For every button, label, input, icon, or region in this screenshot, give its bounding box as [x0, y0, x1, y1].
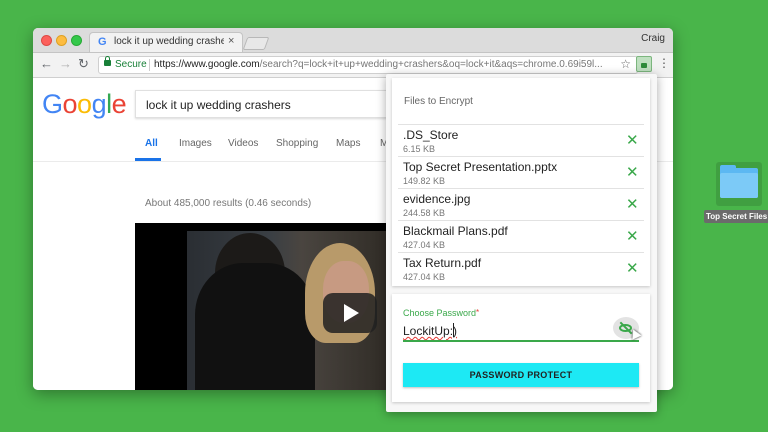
address-bar[interactable]: Secure https://www.google.com/search?q=l… [98, 56, 638, 74]
encrypt-popup: Files to Encrypt .DS_Store 6.15 KB ✕ Top… [386, 74, 657, 412]
lock-icon [104, 56, 111, 66]
file-name: Top Secret Presentation.pptx [403, 160, 558, 174]
url-path: /search?q=lock+it+up+wedding+crashers&oq… [259, 59, 602, 70]
file-size: 6.15 KB [403, 144, 436, 154]
search-input[interactable]: lock it up wedding crashers [135, 90, 405, 118]
file-name: .DS_Store [403, 128, 459, 142]
play-icon[interactable] [323, 293, 377, 333]
remove-file-icon[interactable]: ✕ [626, 197, 639, 212]
logo-letter: o [62, 89, 78, 119]
required-marker: * [476, 308, 480, 317]
tab-shopping[interactable]: Shopping [276, 138, 318, 149]
desktop-folder[interactable]: Top Secret Files [704, 162, 768, 226]
file-size: 149.82 KB [403, 176, 446, 186]
folder-icon [720, 173, 758, 198]
file-item: Blackmail Plans.pdf 427.04 KB ✕ [398, 220, 644, 252]
logo-letter: g [91, 89, 107, 119]
remove-file-icon[interactable]: ✕ [626, 133, 639, 148]
minimize-window-button[interactable] [56, 35, 67, 46]
forward-arrow-icon[interactable]: → [59, 57, 72, 71]
file-name: evidence.jpg [403, 192, 471, 206]
logo-letter: o [77, 89, 92, 119]
files-card: Files to Encrypt .DS_Store 6.15 KB ✕ Top… [392, 78, 650, 286]
text-caret [453, 323, 454, 337]
tab-title: lock it up wedding crashers - G [114, 36, 224, 47]
tab-all[interactable]: All [145, 138, 158, 149]
password-underline [403, 340, 639, 342]
google-logo[interactable]: Google [42, 89, 127, 120]
video-thumbnail[interactable] [135, 223, 395, 390]
files-title: Files to Encrypt [404, 96, 473, 107]
remove-file-icon[interactable]: ✕ [626, 261, 639, 276]
search-query: lock it up wedding crashers [146, 98, 291, 112]
file-item: Top Secret Presentation.pptx 149.82 KB ✕ [398, 156, 644, 188]
logo-letter: G [42, 89, 63, 119]
url-text[interactable]: https://www.google.com/search?q=lock+it+… [154, 59, 602, 70]
file-size: 427.04 KB [403, 272, 446, 282]
file-item: evidence.jpg 244.58 KB ✕ [398, 188, 644, 220]
video-figure [195, 263, 315, 390]
close-window-button[interactable] [41, 35, 52, 46]
secure-label: Secure [115, 59, 147, 70]
tab-close-icon[interactable]: × [228, 35, 234, 47]
remove-file-icon[interactable]: ✕ [626, 165, 639, 180]
browser-tab[interactable]: G lock it up wedding crashers - G × [89, 32, 243, 52]
logo-letter: e [111, 89, 127, 119]
tab-maps[interactable]: Maps [336, 138, 360, 149]
zoom-window-button[interactable] [71, 35, 82, 46]
folder-label: Top Secret Files [704, 210, 768, 223]
reload-icon[interactable]: ↻ [78, 57, 89, 71]
back-arrow-icon[interactable]: ← [40, 57, 53, 71]
google-favicon-icon: G [98, 36, 107, 48]
remove-file-icon[interactable]: ✕ [626, 229, 639, 244]
file-size: 427.04 KB [403, 240, 446, 250]
file-item: Tax Return.pdf 427.04 KB ✕ [398, 252, 644, 284]
tab-videos[interactable]: Videos [228, 138, 258, 149]
file-name: Blackmail Plans.pdf [403, 224, 508, 238]
bookmark-star-icon[interactable]: ☆ [620, 57, 631, 71]
password-card: Choose Password* LockitUp:) PASSWORD PRO… [392, 294, 650, 402]
encrypt-extension-icon[interactable] [636, 56, 652, 72]
tab-images[interactable]: Images [179, 138, 212, 149]
file-size: 244.58 KB [403, 208, 446, 218]
browser-menu-icon[interactable]: ⋮ [658, 56, 670, 70]
new-tab-button[interactable] [242, 37, 270, 50]
password-label-text: Choose Password [403, 308, 477, 318]
url-host: https://www.google.com [154, 59, 260, 70]
password-label: Choose Password* [403, 308, 479, 318]
file-item: .DS_Store 6.15 KB ✕ [398, 124, 644, 156]
file-name: Tax Return.pdf [403, 256, 482, 270]
profile-name[interactable]: Craig [641, 33, 665, 44]
tab-strip: G lock it up wedding crashers - G × Crai… [33, 28, 673, 53]
password-protect-button[interactable]: PASSWORD PROTECT [403, 363, 639, 387]
password-field[interactable]: LockitUp:) [403, 324, 457, 338]
file-list: .DS_Store 6.15 KB ✕ Top Secret Presentat… [392, 124, 650, 284]
result-stats: About 485,000 results (0.46 seconds) [145, 198, 312, 209]
address-separator [149, 59, 150, 71]
